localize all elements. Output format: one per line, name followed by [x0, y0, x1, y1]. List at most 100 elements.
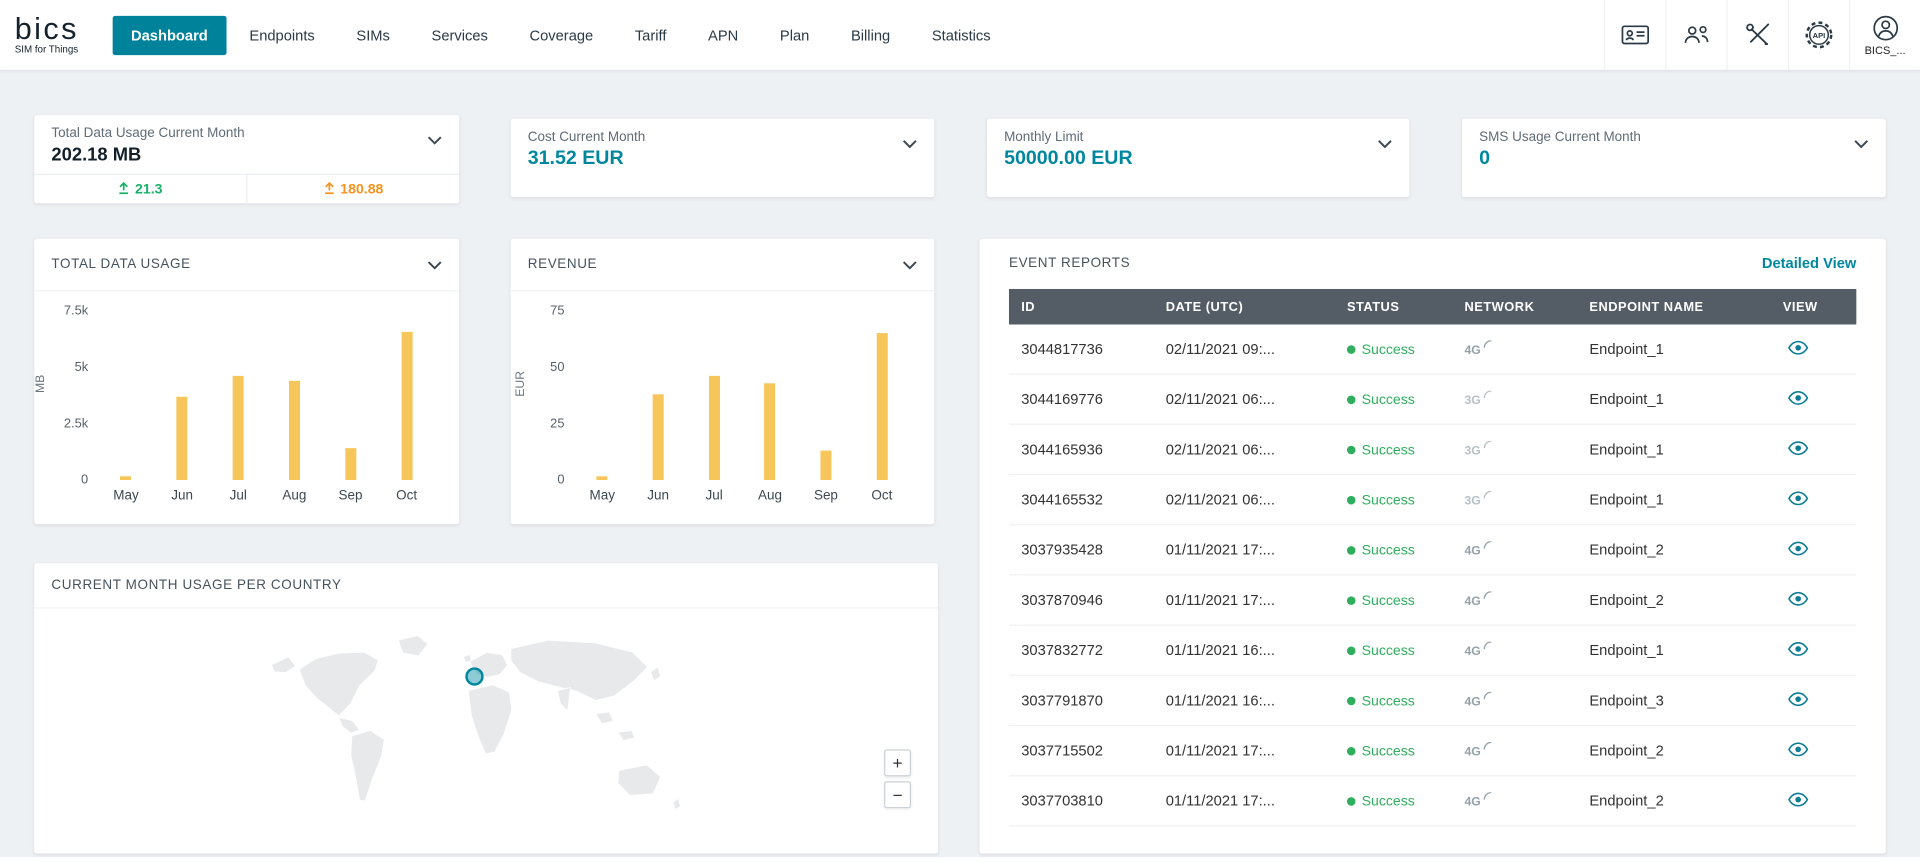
x-tick-label: Jul — [686, 489, 742, 504]
eye-view-icon[interactable] — [1788, 490, 1809, 508]
nav-item-endpoints[interactable]: Endpoints — [231, 15, 333, 54]
kpi-card-total-data-usage: Total Data Usage Current Month 202.18 MB… — [34, 115, 459, 203]
column-header-id: ID — [1009, 299, 1153, 314]
x-tick-label: Sep — [322, 489, 378, 504]
status-badge: Success — [1335, 491, 1453, 508]
event-date: 01/11/2021 16:... — [1153, 642, 1334, 659]
status-badge: Success — [1335, 642, 1453, 659]
table-row: 3037703810 01/11/2021 17:... Success 4G … — [1009, 776, 1856, 826]
eye-view-icon[interactable] — [1788, 691, 1809, 709]
event-id: 3044817736 — [1009, 340, 1153, 357]
table-row: 3037935428 01/11/2021 17:... Success 4G … — [1009, 525, 1856, 575]
status-dot-icon — [1347, 797, 1356, 806]
map-zoom-in-button[interactable]: + — [884, 749, 911, 776]
detailed-view-link[interactable]: Detailed View — [1762, 255, 1856, 272]
map-zoom-out-button[interactable]: − — [884, 781, 911, 808]
page: bics SIM for Things DashboardEndpointsSI… — [0, 0, 1920, 868]
chevron-down-icon[interactable] — [1378, 132, 1393, 154]
endpoint-name: Endpoint_2 — [1577, 541, 1770, 558]
nav-item-plan[interactable]: Plan — [762, 15, 828, 54]
endpoint-name: Endpoint_2 — [1577, 742, 1770, 759]
bar-jun — [177, 397, 188, 480]
status-dot-icon — [1347, 596, 1356, 605]
table-row: 3044165936 02/11/2021 06:... Success 3G … — [1009, 425, 1856, 475]
id-card-icon — [1621, 23, 1649, 46]
eye-view-icon[interactable] — [1788, 641, 1809, 659]
brand-logo[interactable]: bics SIM for Things — [0, 15, 98, 54]
network-icon: 4G — [1464, 746, 1490, 759]
status-dot-icon — [1347, 697, 1356, 706]
event-id: 3037935428 — [1009, 541, 1153, 558]
bar-jul — [709, 376, 720, 480]
status-dot-icon — [1347, 396, 1356, 405]
status-dot-icon — [1347, 345, 1356, 354]
y-axis-ticks: 7550250 — [530, 311, 574, 480]
nav-item-services[interactable]: Services — [413, 15, 506, 54]
nav-item-coverage[interactable]: Coverage — [511, 15, 611, 54]
table-row: 3044169776 02/11/2021 06:... Success 3G … — [1009, 375, 1856, 425]
column-header-endpoint-name: ENDPOINT NAME — [1577, 299, 1770, 314]
svg-text:API: API — [1813, 31, 1826, 40]
bar-jul — [233, 376, 244, 480]
x-tick-label: Sep — [798, 489, 854, 504]
contacts-button[interactable] — [1604, 0, 1665, 70]
event-id: 3037832772 — [1009, 642, 1153, 659]
profile-button[interactable]: BICS_... — [1849, 0, 1920, 70]
endpoint-name: Endpoint_1 — [1577, 642, 1770, 659]
bar-chart: EUR 7550250 MayJunJulAugSepOct — [511, 291, 935, 503]
world-map[interactable]: + − — [34, 609, 938, 853]
status-dot-icon — [1347, 747, 1356, 756]
event-id: 3044165532 — [1009, 491, 1153, 508]
network-icon: 3G — [1464, 444, 1490, 457]
chevron-down-icon[interactable] — [427, 253, 442, 275]
event-date: 02/11/2021 06:... — [1153, 441, 1334, 458]
eye-view-icon[interactable] — [1788, 741, 1809, 759]
api-button[interactable]: API — [1788, 0, 1849, 70]
nav-item-billing[interactable]: Billing — [833, 15, 909, 54]
network-icon: 4G — [1464, 545, 1490, 558]
nav-item-dashboard[interactable]: Dashboard — [113, 15, 226, 54]
nav-item-apn[interactable]: APN — [690, 15, 757, 54]
x-tick-label: Oct — [379, 489, 435, 504]
arrow-up-upload-icon — [323, 181, 335, 198]
y-tick-label: 0 — [557, 473, 564, 488]
chevron-down-icon[interactable] — [902, 253, 917, 275]
footer-strip — [0, 857, 1920, 868]
bar-chart: MB 7.5k5k2.5k0 MayJunJulAugSepOct — [34, 291, 459, 503]
nav-item-statistics[interactable]: Statistics — [913, 15, 1009, 54]
table-body: 3044817736 02/11/2021 09:... Success 4G … — [1009, 324, 1856, 826]
nav-item-tariff[interactable]: Tariff — [616, 15, 684, 54]
event-id: 3037703810 — [1009, 792, 1153, 809]
nav-item-sims[interactable]: SIMs — [338, 15, 408, 54]
kpi-value: 202.18 MB — [51, 144, 442, 165]
map-usage-marker[interactable] — [465, 667, 483, 685]
event-date: 01/11/2021 16:... — [1153, 692, 1334, 709]
chart-card-total-data-usage: TOTAL DATA USAGE MB 7.5k5k2.5k0 MayJunJu… — [34, 239, 459, 524]
kpi-substats: 21.3 180.88 — [34, 174, 459, 205]
y-tick-label: 2.5k — [64, 416, 88, 431]
network-icon: 4G — [1464, 645, 1490, 658]
eye-view-icon[interactable] — [1788, 792, 1809, 810]
chevron-down-icon[interactable] — [427, 129, 442, 151]
kpi-value: 0 — [1479, 148, 1868, 170]
tools-button[interactable] — [1727, 0, 1788, 70]
logo-text: bics — [15, 15, 98, 43]
status-badge: Success — [1335, 391, 1453, 408]
chart-card-revenue: REVENUE EUR 7550250 MayJunJulAugSepOct — [511, 239, 935, 524]
eye-view-icon[interactable] — [1788, 541, 1809, 559]
usage-per-country-card: CURRENT MONTH USAGE PER COUNTRY — [34, 563, 938, 853]
eye-view-icon[interactable] — [1788, 390, 1809, 408]
chevron-down-icon[interactable] — [902, 132, 917, 154]
users-button[interactable] — [1665, 0, 1726, 70]
endpoint-name: Endpoint_2 — [1577, 591, 1770, 608]
chevron-down-icon[interactable] — [1854, 132, 1869, 154]
bar-jun — [653, 394, 664, 480]
eye-view-icon[interactable] — [1788, 591, 1809, 609]
event-id: 3037870946 — [1009, 591, 1153, 608]
endpoint-name: Endpoint_1 — [1577, 491, 1770, 508]
x-tick-label: May — [574, 489, 630, 504]
y-tick-label: 7.5k — [64, 304, 88, 319]
eye-view-icon[interactable] — [1788, 440, 1809, 458]
event-date: 02/11/2021 09:... — [1153, 340, 1334, 357]
eye-view-icon[interactable] — [1788, 340, 1809, 358]
